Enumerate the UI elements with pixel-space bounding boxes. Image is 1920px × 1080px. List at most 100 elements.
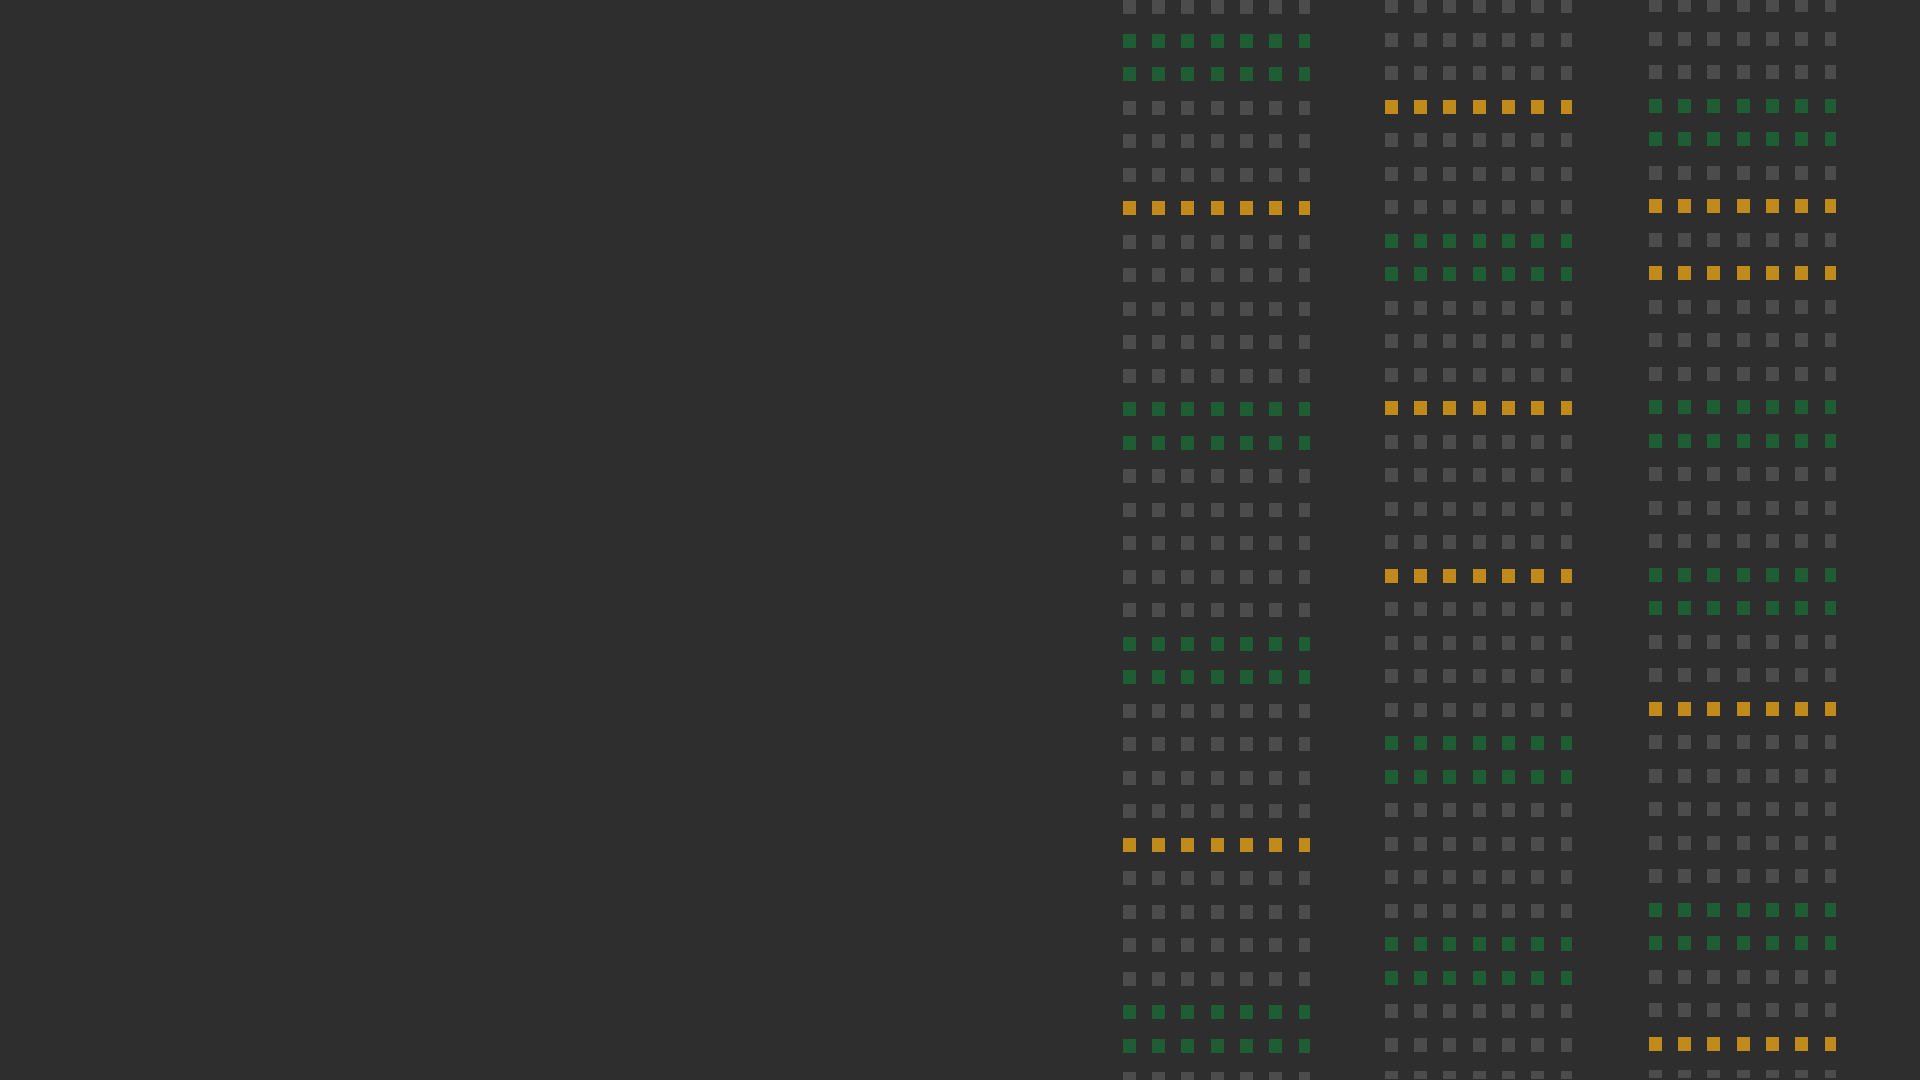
indicator-cell <box>1414 200 1427 214</box>
indicator-cell <box>1385 535 1398 549</box>
indicator-cell <box>1385 669 1398 683</box>
indicator-cell <box>1299 1039 1310 1053</box>
indicator-cell <box>1649 32 1662 46</box>
indicator-cell <box>1795 601 1808 615</box>
indicator-cell <box>1825 534 1836 548</box>
indicator-cell <box>1766 802 1779 816</box>
indicator-cell <box>1299 436 1310 450</box>
indicator-row-active <box>1385 770 1575 784</box>
indicator-strip-1 <box>1123 0 1313 1080</box>
indicator-row-highlight <box>1385 100 1575 114</box>
indicator-cell <box>1825 735 1836 749</box>
indicator-cell <box>1766 702 1779 716</box>
indicator-row-idle <box>1123 570 1313 584</box>
indicator-cell <box>1211 771 1224 785</box>
indicator-cell <box>1414 703 1427 717</box>
indicator-cell <box>1561 167 1572 181</box>
indicator-cell <box>1795 501 1808 515</box>
indicator-row-active <box>1123 1005 1313 1019</box>
indicator-cell <box>1766 501 1779 515</box>
indicator-cell <box>1502 636 1515 650</box>
indicator-cell <box>1795 233 1808 247</box>
indicator-cell <box>1473 1004 1486 1018</box>
indicator-cell <box>1414 234 1427 248</box>
indicator-cell <box>1414 435 1427 449</box>
indicator-cell <box>1152 938 1165 952</box>
indicator-cell <box>1240 737 1253 751</box>
indicator-cell <box>1152 871 1165 885</box>
indicator-cell <box>1269 637 1282 651</box>
indicator-cell <box>1240 235 1253 249</box>
indicator-cell <box>1181 335 1194 349</box>
indicator-row-idle <box>1649 333 1839 347</box>
indicator-cell <box>1678 534 1691 548</box>
indicator-cell <box>1414 937 1427 951</box>
indicator-cell <box>1707 300 1720 314</box>
indicator-cell <box>1385 1038 1398 1052</box>
indicator-cell <box>1269 268 1282 282</box>
indicator-cell <box>1240 369 1253 383</box>
indicator-cell <box>1240 0 1253 14</box>
indicator-cell <box>1211 938 1224 952</box>
indicator-row-idle <box>1385 0 1575 13</box>
indicator-cell <box>1795 635 1808 649</box>
indicator-row-active <box>1123 436 1313 450</box>
indicator-cell <box>1502 870 1515 884</box>
indicator-cell <box>1502 937 1515 951</box>
indicator-cell <box>1678 434 1691 448</box>
indicator-cell <box>1561 368 1572 382</box>
indicator-cell <box>1795 1003 1808 1017</box>
indicator-cell <box>1385 971 1398 985</box>
indicator-cell <box>1211 201 1224 215</box>
indicator-cell <box>1385 736 1398 750</box>
indicator-cell <box>1531 736 1544 750</box>
indicator-cell <box>1825 836 1836 850</box>
indicator-row-active <box>1649 132 1839 146</box>
indicator-cell <box>1240 771 1253 785</box>
indicator-cell <box>1737 970 1750 984</box>
indicator-cell <box>1825 769 1836 783</box>
indicator-cell <box>1299 168 1310 182</box>
indicator-cell <box>1795 132 1808 146</box>
indicator-cell <box>1795 300 1808 314</box>
indicator-cell <box>1299 0 1310 14</box>
indicator-cell <box>1473 133 1486 147</box>
indicator-cell <box>1561 468 1572 482</box>
indicator-cell <box>1531 435 1544 449</box>
indicator-cell <box>1385 33 1398 47</box>
indicator-cell <box>1502 904 1515 918</box>
indicator-cell <box>1269 804 1282 818</box>
indicator-cell <box>1561 770 1572 784</box>
indicator-cell <box>1443 33 1456 47</box>
indicator-cell <box>1385 200 1398 214</box>
indicator-cell <box>1737 65 1750 79</box>
indicator-cell <box>1502 401 1515 415</box>
indicator-cell <box>1707 32 1720 46</box>
indicator-row-idle <box>1649 869 1839 883</box>
indicator-cell <box>1649 568 1662 582</box>
indicator-cell <box>1181 469 1194 483</box>
indicator-cell <box>1152 1005 1165 1019</box>
indicator-cell <box>1211 871 1224 885</box>
indicator-cell <box>1123 704 1136 718</box>
indicator-cell <box>1678 300 1691 314</box>
indicator-cell <box>1825 233 1836 247</box>
indicator-cell <box>1473 602 1486 616</box>
indicator-cell <box>1649 400 1662 414</box>
indicator-cell <box>1473 200 1486 214</box>
indicator-cell <box>1181 235 1194 249</box>
indicator-cell <box>1795 534 1808 548</box>
indicator-cell <box>1269 737 1282 751</box>
indicator-row-idle <box>1123 804 1313 818</box>
indicator-row-highlight <box>1123 838 1313 852</box>
indicator-cell <box>1385 133 1398 147</box>
indicator-cell <box>1414 301 1427 315</box>
indicator-cell <box>1678 668 1691 682</box>
indicator-cell <box>1473 837 1486 851</box>
indicator-row-active <box>1649 400 1839 414</box>
indicator-cell <box>1531 66 1544 80</box>
indicator-cell <box>1707 1037 1720 1051</box>
indicator-cell <box>1152 603 1165 617</box>
indicator-cell <box>1649 99 1662 113</box>
indicator-cell <box>1299 1072 1310 1080</box>
